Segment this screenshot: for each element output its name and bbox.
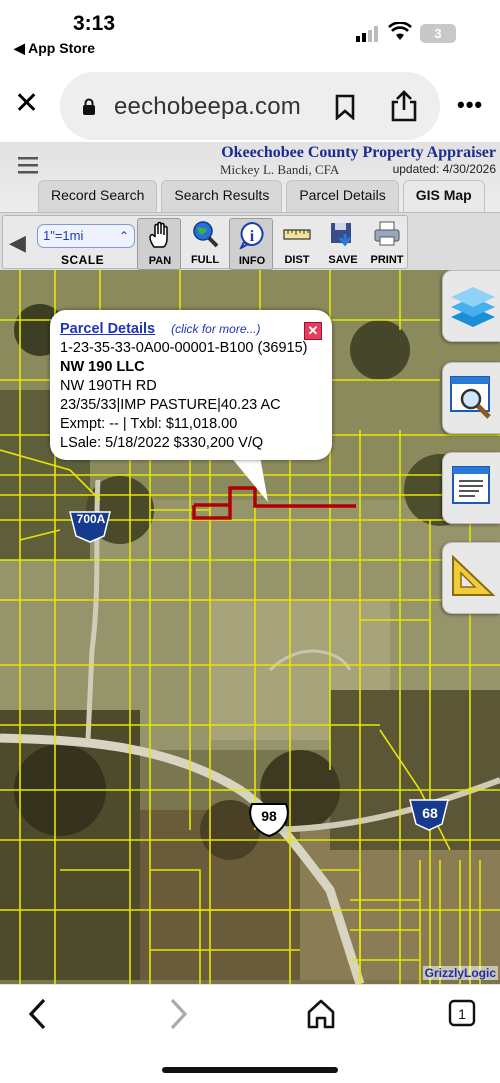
parcel-id: 1-23-35-33-0A00-00001-B100 (36915): [60, 340, 308, 356]
exempt-taxable: Exmpt: -- | Txbl: $11,018.00: [60, 416, 238, 432]
chevron-updown-icon: ⌃: [118, 229, 129, 243]
map-credit[interactable]: GrizzlyLogic: [422, 966, 498, 980]
forward-arrow-icon[interactable]: [166, 997, 190, 1031]
scale-select[interactable]: 1"=1mi ⌃: [37, 224, 135, 248]
close-icon[interactable]: ✕: [14, 89, 39, 119]
battery-indicator: 3: [420, 24, 456, 43]
print-button[interactable]: PRINT: [365, 218, 409, 270]
share-icon[interactable]: [390, 90, 418, 122]
ruler-icon: [283, 229, 311, 240]
tab-parcel-details[interactable]: Parcel Details: [286, 180, 399, 212]
last-sale: LSale: 5/18/2022 $330,200 V/Q: [60, 435, 264, 451]
layers-icon: [451, 287, 495, 327]
parcel-details-link[interactable]: Parcel Details: [60, 321, 155, 337]
save-disk-icon: [331, 223, 352, 247]
collapse-toolbar-icon[interactable]: ◀: [9, 230, 26, 256]
details-window-button[interactable]: [442, 452, 500, 524]
route-label-68: 68: [422, 805, 438, 821]
measure-tools-button[interactable]: [442, 542, 500, 614]
window-list-icon: [452, 466, 490, 504]
info-label: INFO: [238, 255, 266, 267]
zoom-globe-icon: [193, 221, 219, 248]
parcel-info-popup: Parcel Details (click for more...) 1-23-…: [50, 310, 332, 460]
route-label-700a: 700A: [76, 512, 106, 526]
click-for-more-link[interactable]: (click for more...): [171, 322, 260, 336]
status-time: 3:13: [73, 12, 116, 35]
browser-toolbar: ✕ eechobeepa.com •••: [0, 62, 500, 142]
svg-text:i: i: [250, 228, 255, 245]
map-toolbar: ◀ 1"=1mi ⌃ SCALE PAN FULL i INFO DIST SA…: [0, 212, 500, 270]
home-indicator: [162, 1067, 338, 1073]
layers-button[interactable]: [442, 270, 500, 342]
cellular-signal-icon: [356, 26, 378, 42]
dist-label: DIST: [284, 254, 310, 266]
url-text: eechobeepa.com: [114, 93, 301, 120]
appraiser-name: Mickey L. Bandi, CFA: [220, 162, 340, 177]
info-button[interactable]: i INFO: [229, 218, 273, 270]
tab-search-results[interactable]: Search Results: [161, 180, 283, 212]
route-label-98: 98: [261, 808, 277, 824]
pan-button[interactable]: PAN: [137, 218, 181, 270]
updated-date: updated: 4/30/2026: [392, 162, 496, 176]
info-icon: i: [239, 221, 264, 249]
parcel-address: NW 190TH RD: [60, 378, 157, 394]
tab-record-search[interactable]: Record Search: [38, 180, 158, 212]
tab-bar: Record Search Search Results Parcel Deta…: [38, 180, 485, 212]
wifi-icon: [388, 22, 412, 40]
land-use: 23/35/33|IMP PASTURE|40.23 AC: [60, 397, 281, 413]
home-icon[interactable]: [306, 997, 336, 1031]
more-options-icon[interactable]: •••: [457, 92, 483, 118]
search-map-button[interactable]: [442, 362, 500, 434]
org-title: Okeechobee County Property Appraiser: [221, 144, 496, 161]
triangle-ruler-icon: [452, 554, 496, 596]
printer-icon: [374, 221, 400, 246]
hamburger-menu-icon[interactable]: [18, 156, 38, 174]
distance-button[interactable]: DIST: [275, 218, 319, 270]
svg-text:1: 1: [458, 1006, 466, 1022]
back-to-app-store-link[interactable]: ◀ App Store: [14, 40, 95, 57]
save-label: SAVE: [328, 254, 358, 266]
owner-name: NW 190 LLC: [60, 359, 145, 375]
status-bar: 3:13 ◀ App Store 3: [0, 0, 500, 62]
pan-label: PAN: [148, 255, 172, 267]
tabs-icon[interactable]: 1: [448, 997, 476, 1031]
full-label: FULL: [190, 254, 220, 266]
print-label: PRINT: [370, 254, 404, 266]
full-extent-button[interactable]: FULL: [183, 218, 227, 270]
address-bar[interactable]: eechobeepa.com: [60, 72, 440, 140]
lock-icon: [83, 98, 95, 115]
toolbar-panel: ◀ 1"=1mi ⌃ SCALE PAN FULL i INFO DIST SA…: [2, 215, 409, 270]
scale-value: 1"=1mi: [43, 228, 84, 243]
bookmark-icon[interactable]: [334, 94, 356, 120]
hand-icon: [149, 221, 168, 248]
popup-pointer: [230, 456, 268, 502]
search-window-icon: [450, 376, 491, 419]
back-arrow-icon[interactable]: [26, 997, 50, 1031]
scale-label: SCALE: [61, 253, 105, 267]
tab-gis-map[interactable]: GIS Map: [402, 180, 485, 212]
save-button[interactable]: SAVE: [321, 218, 365, 270]
close-popup-icon[interactable]: ✕: [304, 322, 322, 340]
